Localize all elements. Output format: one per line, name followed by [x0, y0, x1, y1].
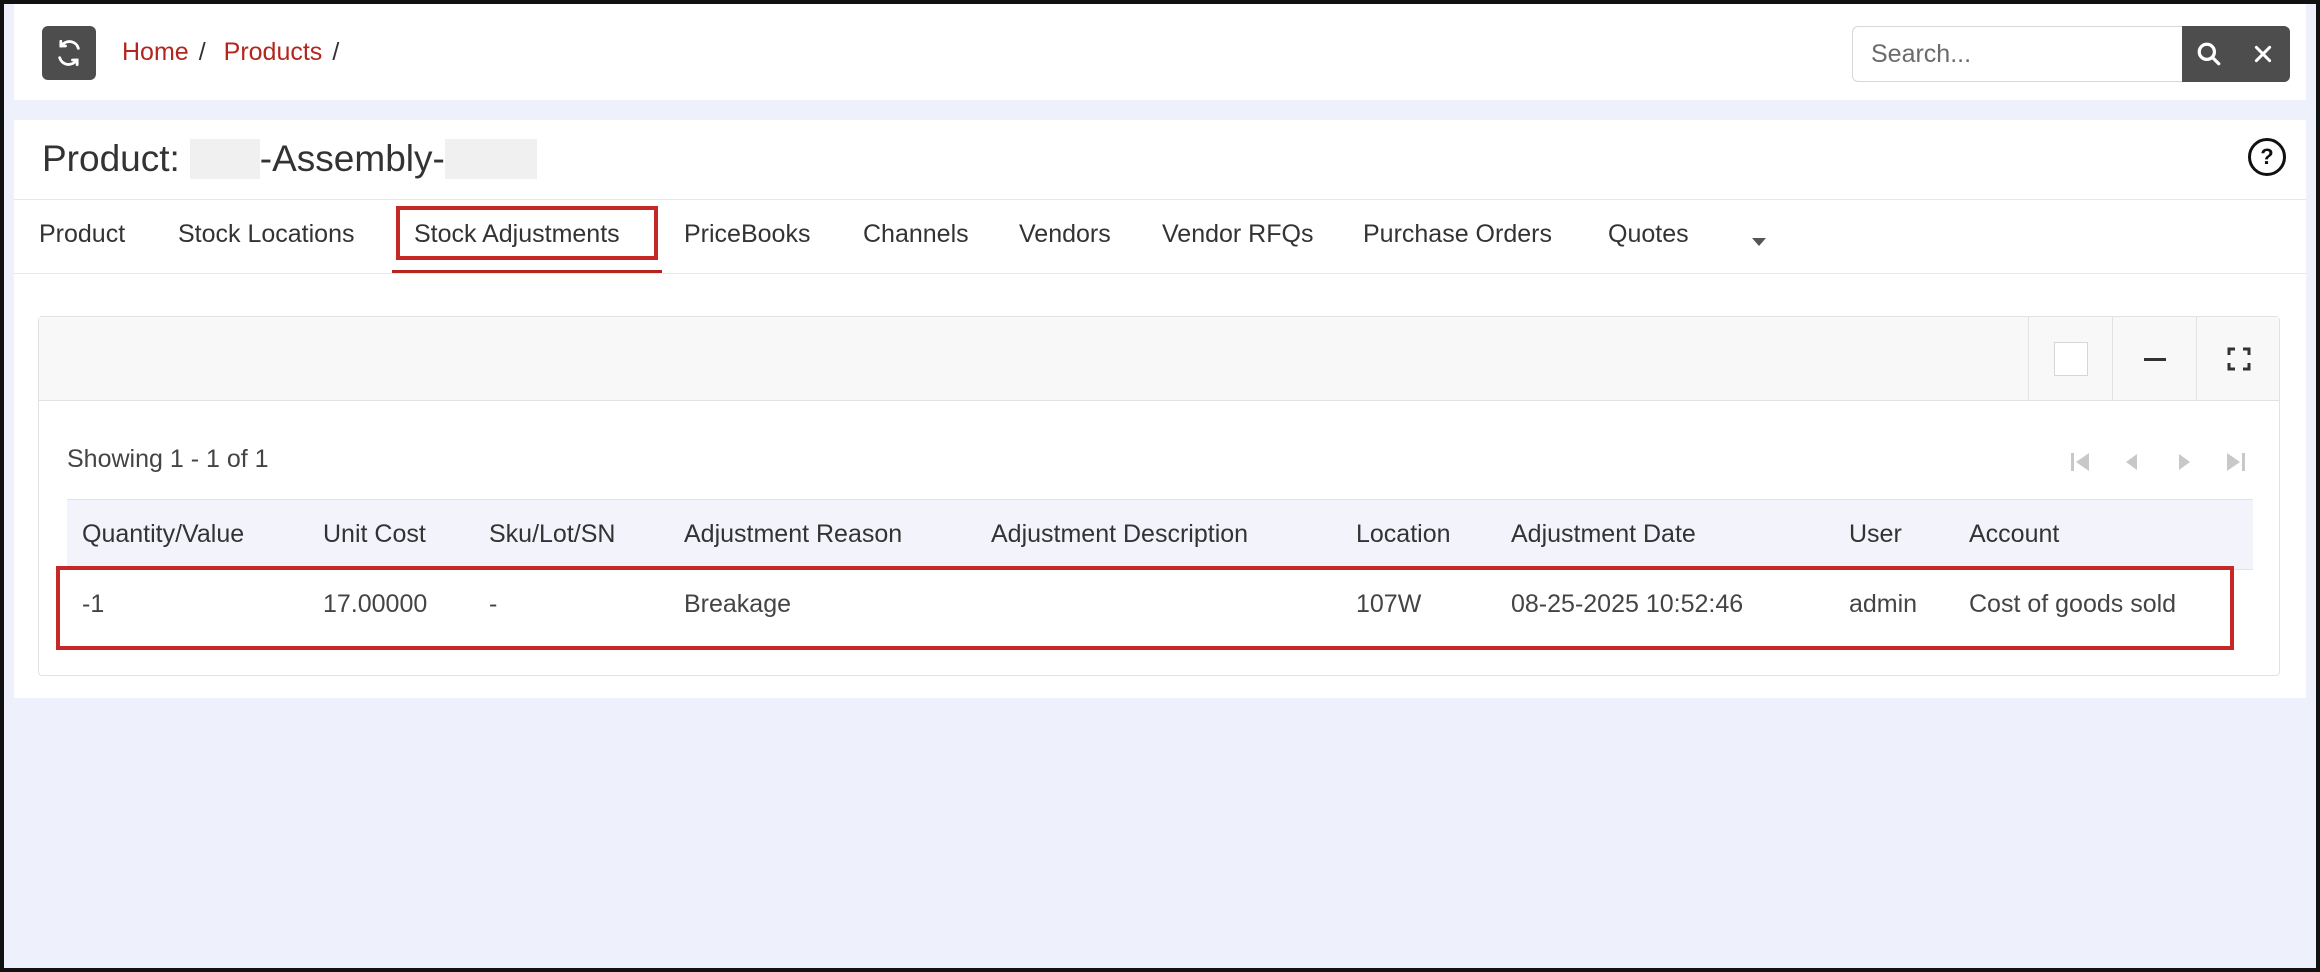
- page-title-prefix: Product:: [42, 138, 180, 179]
- cell-description: [976, 570, 1341, 640]
- tab-highlight-box: [396, 206, 658, 260]
- tab-bar: Product Stock Locations Stock Adjustment…: [14, 200, 2306, 274]
- cell-location: 107W: [1356, 590, 1422, 619]
- tab-pricebooks[interactable]: PriceBooks: [684, 220, 810, 249]
- search-button[interactable]: [2182, 26, 2236, 82]
- page-title-middle: -Assembly-: [259, 138, 445, 179]
- table-row[interactable]: -1 17.00000 - Breakage 107W 08-25-2025 1…: [67, 570, 2253, 640]
- breadcrumb: Home / Products /: [122, 38, 347, 67]
- search-input[interactable]: [1852, 26, 2182, 82]
- column-header-sku[interactable]: Sku/Lot/SN: [474, 499, 669, 570]
- tab-quotes[interactable]: Quotes: [1608, 220, 1689, 249]
- grid-toolbar: [39, 317, 2279, 401]
- cell-account: Cost of goods sold: [1969, 590, 2177, 619]
- select-toggle-button[interactable]: [2028, 317, 2112, 401]
- redacted-text: [189, 139, 260, 179]
- column-header-user[interactable]: User: [1834, 499, 1954, 570]
- breadcrumb-separator: /: [332, 38, 340, 66]
- prev-page-icon: [2126, 454, 2137, 470]
- column-header-reason[interactable]: Adjustment Reason: [669, 499, 976, 570]
- cell-reason: Breakage: [684, 590, 792, 619]
- chevron-down-icon[interactable]: [1752, 238, 1766, 246]
- grid-card: Showing 1 - 1 of 1 Quantity/Value Unit C…: [38, 316, 2280, 676]
- record-count: Showing 1 - 1 of 1: [67, 445, 269, 473]
- minimize-button[interactable]: [2112, 317, 2196, 401]
- pagination: [2054, 447, 2262, 477]
- first-page-button[interactable]: [2054, 447, 2106, 477]
- checkbox-icon: [2053, 342, 2088, 376]
- column-header-quantity[interactable]: Quantity/Value: [67, 499, 308, 570]
- refresh-icon: [58, 39, 80, 67]
- clear-search-button[interactable]: [2236, 26, 2290, 82]
- fullscreen-button[interactable]: [2196, 317, 2280, 401]
- top-bar: Home / Products /: [14, 4, 2306, 100]
- table-header-row: Quantity/Value Unit Cost Sku/Lot/SN Adju…: [67, 499, 2253, 570]
- help-icon[interactable]: ?: [2248, 138, 2286, 176]
- minus-icon: [2143, 357, 2166, 361]
- search-bar: [1852, 26, 2290, 82]
- refresh-button[interactable]: [42, 26, 96, 80]
- tab-channels[interactable]: Channels: [863, 220, 969, 249]
- expand-icon: [2227, 347, 2250, 371]
- column-header-unit-cost[interactable]: Unit Cost: [308, 499, 474, 570]
- tab-vendor-rfqs[interactable]: Vendor RFQs: [1162, 220, 1313, 249]
- last-page-icon: [2227, 453, 2245, 471]
- redacted-text: [444, 139, 537, 179]
- tab-stock-locations[interactable]: Stock Locations: [178, 220, 355, 249]
- column-header-description[interactable]: Adjustment Description: [976, 499, 1341, 570]
- breadcrumb-home-link[interactable]: Home: [122, 38, 189, 67]
- adjustments-table: Quantity/Value Unit Cost Sku/Lot/SN Adju…: [67, 499, 2253, 640]
- tab-vendors[interactable]: Vendors: [1019, 220, 1111, 249]
- breadcrumb-products-link[interactable]: Products: [224, 38, 323, 67]
- first-page-icon: [2071, 453, 2089, 471]
- column-header-location[interactable]: Location: [1341, 499, 1496, 570]
- column-header-date[interactable]: Adjustment Date: [1496, 499, 1834, 570]
- tab-product[interactable]: Product: [39, 220, 125, 249]
- tab-purchase-orders[interactable]: Purchase Orders: [1363, 220, 1552, 249]
- breadcrumb-separator: /: [198, 38, 206, 66]
- page-title: Product: -Assembly-: [42, 138, 537, 180]
- next-page-icon: [2179, 454, 2190, 470]
- close-icon: [2254, 45, 2272, 63]
- last-page-button[interactable]: [2210, 447, 2262, 477]
- cell-quantity: -1: [82, 590, 105, 619]
- cell-date: 08-25-2025 10:52:46: [1511, 590, 1744, 619]
- product-panel: Product: -Assembly- ? Product Stock Loca…: [14, 120, 2306, 698]
- cell-unit-cost: 17.00000: [323, 590, 428, 619]
- active-tab-underline: [392, 270, 662, 273]
- prev-page-button[interactable]: [2106, 447, 2158, 477]
- cell-sku: -: [489, 590, 498, 619]
- title-row: Product: -Assembly- ?: [14, 120, 2306, 200]
- column-header-account[interactable]: Account: [1954, 499, 2253, 570]
- next-page-button[interactable]: [2158, 447, 2210, 477]
- search-icon: [2197, 42, 2221, 66]
- cell-user: admin: [1849, 590, 1918, 619]
